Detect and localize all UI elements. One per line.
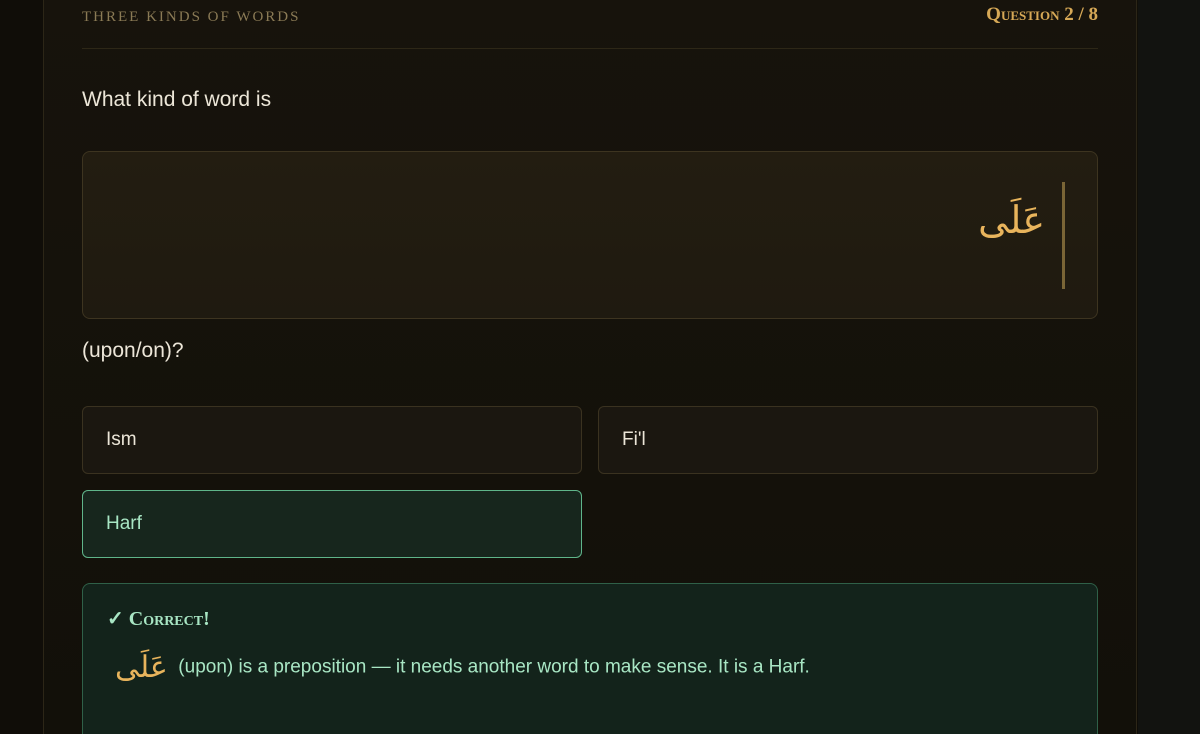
feedback-body: عَلَى (upon) is a preposition — it needs… <box>115 650 810 685</box>
quiz-card: Three Kinds of Words Question 2 / 8 What… <box>43 0 1137 734</box>
arabic-accent-bar <box>1062 182 1065 289</box>
question-counter: Question 2 / 8 <box>986 4 1098 25</box>
right-backdrop <box>1138 0 1200 734</box>
option-label: Ism <box>106 429 137 450</box>
option-ism[interactable]: Ism <box>82 406 582 474</box>
option-fil[interactable]: Fi'l <box>598 406 1098 474</box>
question-prompt: What kind of word is <box>82 88 272 111</box>
feedback-panel: ✓ Correct! عَلَى (upon) is a preposition… <box>82 583 1098 734</box>
lesson-title: Three Kinds of Words <box>82 9 301 25</box>
feedback-title: ✓ Correct! <box>107 608 210 630</box>
option-label: Harf <box>106 513 142 534</box>
feedback-explanation: (upon) is a preposition — it needs anoth… <box>178 656 810 678</box>
question-prompt-suffix: (upon/on)? <box>82 339 184 362</box>
option-label: Fi'l <box>622 429 646 450</box>
feedback-arabic-word: عَلَى <box>115 650 168 685</box>
arabic-word-panel: عَلَى <box>82 151 1098 319</box>
quiz-header: Three Kinds of Words Question 2 / 8 <box>82 0 1098 49</box>
left-backdrop <box>0 0 43 734</box>
option-harf[interactable]: Harf <box>82 490 582 558</box>
arabic-word: عَلَى <box>978 198 1045 242</box>
